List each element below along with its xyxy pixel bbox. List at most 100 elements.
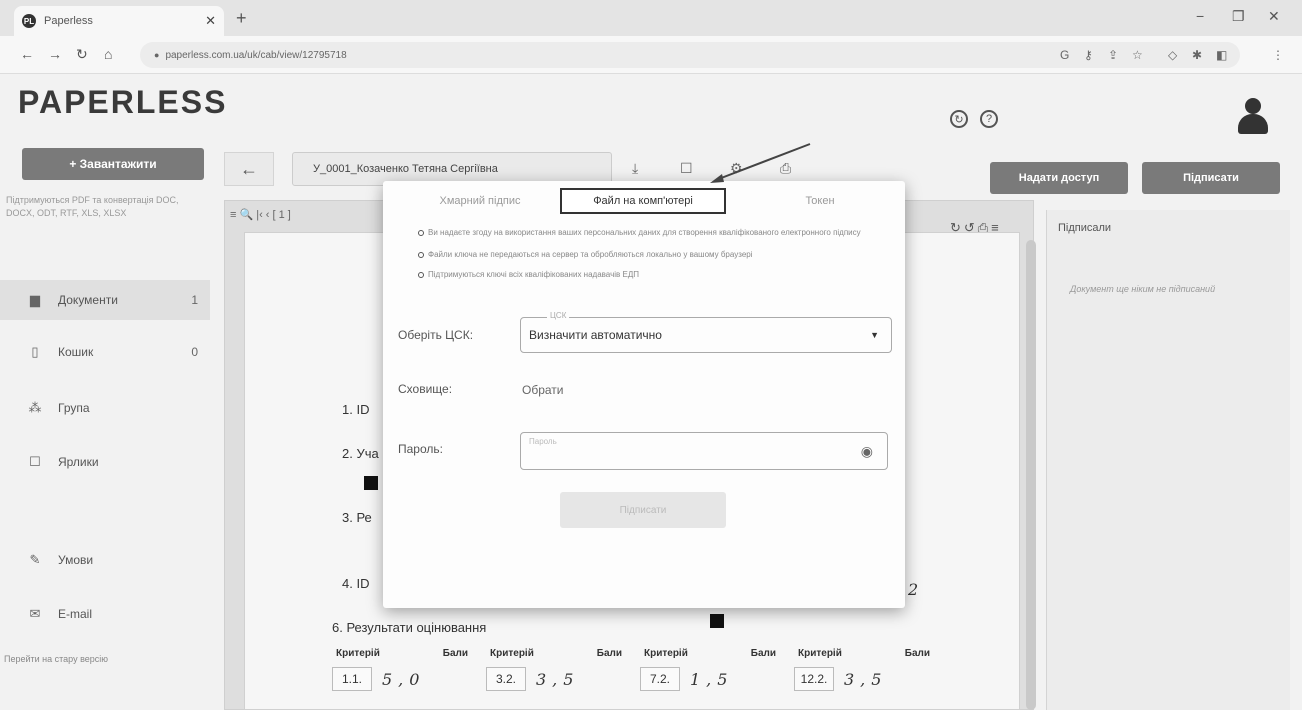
sidebar-item-trash[interactable]: ▯ Кошик 0 — [0, 332, 210, 372]
info-text: Підтримуються ключі всіх кваліфікованих … — [428, 270, 639, 279]
score-row: 12.2. 3,5 — [794, 667, 934, 691]
sign-modal — [383, 181, 905, 608]
puzzle-icon[interactable]: ✱ — [1192, 48, 1202, 62]
points-header: Бали — [750, 648, 776, 659]
browser-tab-bar: PL Paperless ✕ + − ❐ ✕ — [0, 0, 1302, 36]
close-tab-icon[interactable]: ✕ — [205, 13, 216, 29]
storage-label: Сховище: — [398, 382, 453, 396]
modal-sign-button[interactable]: Підписати — [560, 492, 726, 528]
points-header: Бали — [904, 648, 930, 659]
sidebar-item-label: Група — [58, 401, 90, 415]
score-column: Критерій Бали 7.2. 1,5 — [640, 648, 780, 691]
sidebar-item-documents[interactable]: ▆ Документи 1 — [0, 280, 210, 320]
info-item: Ви надаєте згоду на використання ваших п… — [418, 228, 888, 238]
info-item: Файли ключа не передаються на сервер та … — [418, 250, 888, 260]
crit-header: Критерій — [644, 648, 688, 659]
score-column: Критерій Бали 3.2. 3,5 — [486, 648, 626, 691]
paperless-logo[interactable]: PAPERLESS — [18, 84, 227, 121]
viewer-scrollbar[interactable] — [1026, 240, 1036, 710]
new-tab-icon[interactable]: + — [236, 8, 247, 29]
key-icon[interactable]: ⚷ — [1084, 48, 1093, 62]
annotation-arrow — [710, 143, 811, 183]
doc-line: 1. ID — [342, 402, 370, 417]
score-value: 1,5 — [690, 669, 734, 689]
info-text: Ви надаєте згоду на використання ваших п… — [428, 228, 861, 237]
crit-header: Критерій — [336, 648, 380, 659]
reload-icon[interactable]: ↻ — [76, 46, 88, 63]
sign-button[interactable]: Підписати — [1142, 162, 1280, 194]
sidebar-item-count: 0 — [191, 345, 198, 359]
password-placeholder: Пароль — [529, 437, 557, 446]
back-arrow-icon[interactable]: ← — [20, 46, 34, 62]
check-icon — [418, 251, 424, 258]
document-icon: ▆ — [30, 292, 40, 307]
csk-select[interactable]: ЦСК Визначити автоматично ▼ — [520, 311, 892, 353]
back-button[interactable]: ← — [224, 152, 274, 186]
refresh-icon[interactable]: ↻ — [950, 110, 968, 128]
share-access-button[interactable]: Надати доступ — [990, 162, 1128, 194]
viewer-toolbar[interactable]: ≡ 🔍 |‹ ‹ [ 1 ] — [230, 208, 291, 221]
restore-icon[interactable]: ❐ — [1232, 8, 1245, 25]
sidebar-item-label: Ярлики — [58, 455, 99, 469]
window-close-icon[interactable]: ✕ — [1268, 8, 1280, 25]
sidebar-item-labels[interactable]: ☐ Ярлики — [0, 442, 210, 482]
tab-cloud-signature[interactable]: Хмарний підпис — [410, 188, 550, 214]
copy-icon[interactable]: ☐ — [680, 160, 693, 177]
share-icon[interactable]: ⇪ — [1108, 48, 1118, 62]
sidebar-item-terms[interactable]: ✎ Умови — [0, 540, 210, 580]
old-version-link[interactable]: Перейти на стару версію — [4, 654, 108, 664]
minimize-icon[interactable]: − — [1196, 8, 1204, 24]
score-row: 7.2. 1,5 — [640, 667, 780, 691]
extension-icon[interactable]: ◇ — [1168, 48, 1177, 62]
score-table: Критерій Бали 1.1. 5,0 Критерій Бали 3.2. 3,… — [332, 648, 934, 691]
check-icon — [418, 271, 424, 278]
sidebar-item-email[interactable]: ✉ E-mail — [0, 594, 210, 634]
sidebar-item-label: Документи — [58, 293, 118, 307]
csk-value: Визначити автоматично — [529, 328, 662, 342]
signers-title: Підписали — [1058, 222, 1112, 234]
info-item: Підтримуються ключі всіх кваліфікованих … — [418, 270, 888, 280]
choose-storage-link[interactable]: Обрати — [522, 383, 564, 397]
sidebar-item-group[interactable]: ⁂ Група — [0, 388, 210, 428]
score-value: 3,5 — [844, 669, 888, 689]
download-icon[interactable]: ⤓ — [632, 160, 638, 177]
score-header: Критерій Бали — [640, 648, 780, 659]
tab-token[interactable]: Токен — [760, 188, 880, 214]
avatar[interactable] — [1236, 98, 1270, 134]
star-icon[interactable]: ☆ — [1132, 48, 1143, 62]
csk-legend: ЦСК — [547, 311, 570, 320]
crit-header: Критерій — [490, 648, 534, 659]
doc-digit: 2 — [908, 580, 919, 599]
upload-button[interactable]: + Завантажити — [22, 148, 204, 180]
avatar-head — [1245, 98, 1261, 114]
score-crit: 7.2. — [640, 667, 680, 691]
doc-checkbox-mark — [710, 614, 724, 628]
help-icon[interactable]: ? — [980, 110, 998, 128]
password-field[interactable]: Пароль ◉ — [520, 432, 888, 470]
url-text: paperless.com.ua/uk/cab/view/12795718 — [165, 49, 347, 61]
google-icon[interactable]: G — [1060, 48, 1069, 62]
results-heading: 6. Результати оцінювання — [332, 620, 487, 635]
menu-dots-icon[interactable]: ⋮ — [1272, 48, 1284, 62]
bookmark-icon: ☐ — [29, 454, 41, 469]
points-header: Бали — [442, 648, 468, 659]
check-icon — [418, 229, 424, 236]
score-crit: 1.1. — [332, 667, 372, 691]
forward-arrow-icon[interactable]: → — [48, 46, 62, 62]
url-input[interactable]: ● paperless.com.ua/uk/cab/view/12795718 — [140, 42, 1240, 68]
tab-file-on-computer[interactable]: Файл на комп'ютері — [560, 188, 726, 214]
sidebar-item-count: 1 — [191, 293, 198, 307]
trash-icon: ▯ — [31, 344, 39, 359]
score-crit: 3.2. — [486, 667, 526, 691]
score-value: 5,0 — [382, 669, 426, 689]
browser-tab[interactable]: PL Paperless ✕ — [14, 6, 224, 36]
sidepanel-icon[interactable]: ◧ — [1216, 48, 1227, 62]
score-header: Критерій Бали — [332, 648, 472, 659]
address-bar-row: ← → ↻ ⌂ ● paperless.com.ua/uk/cab/view/1… — [0, 36, 1302, 74]
eye-icon[interactable]: ◉ — [861, 443, 873, 460]
tab-title: Paperless — [44, 15, 93, 27]
score-row: 1.1. 5,0 — [332, 667, 472, 691]
home-icon[interactable]: ⌂ — [104, 46, 112, 62]
info-text: Файли ключа не передаються на сервер та … — [428, 250, 753, 259]
sidebar-item-label: Кошик — [58, 345, 94, 359]
